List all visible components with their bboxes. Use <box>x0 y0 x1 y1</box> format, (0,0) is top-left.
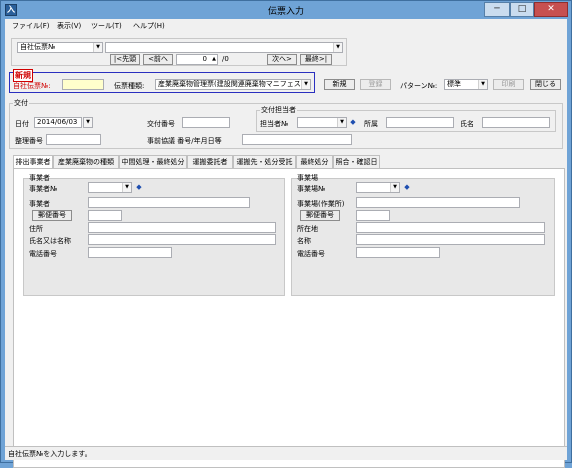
issue-group-title: 交付 <box>13 98 29 108</box>
emitter-tel-label: 電話番号 <box>29 250 57 258</box>
menu-tools[interactable]: ツール(T) <box>91 21 122 31</box>
emitter-group-title: 事業者 <box>29 174 50 182</box>
slip-type-label: 伝票種類: <box>114 82 145 90</box>
pattern-select[interactable]: 標準 ▼ <box>444 79 488 90</box>
lookup-diamond-icon[interactable]: ◆ <box>349 118 357 127</box>
next-record-button[interactable]: 次へ> <box>267 54 297 65</box>
menu-file[interactable]: ファイル(F) <box>12 21 50 31</box>
tab-waste-type[interactable]: 産業廃棄物の種類 <box>53 155 119 168</box>
site-zip-button[interactable]: 郵便番号 <box>300 210 340 221</box>
issue-no-input[interactable] <box>182 117 230 128</box>
slip-no-label: 自社伝票№: <box>13 82 51 90</box>
tab-emitter[interactable]: 排出事業者 <box>13 155 53 169</box>
date-picker[interactable]: ▼ <box>83 117 93 128</box>
chevron-down-icon: ▼ <box>478 80 487 89</box>
menu-help[interactable]: ヘルプ(H) <box>133 21 165 31</box>
site-person-input[interactable] <box>356 234 545 245</box>
maximize-button[interactable]: □ <box>510 2 534 17</box>
prev-record-button[interactable]: <前へ <box>143 54 173 65</box>
site-person-label: 名称 <box>297 237 311 245</box>
shimei-label: 氏名 <box>460 120 474 128</box>
emitter-addr-label: 住所 <box>29 225 43 233</box>
emitter-name-input[interactable] <box>88 197 250 208</box>
search-key-value: 自社伝票№ <box>20 43 56 51</box>
chevron-down-icon: ▼ <box>337 118 346 127</box>
lookup-diamond-icon[interactable]: ◆ <box>135 183 143 192</box>
title-bar: 入 伝票入力 ─ □ ✕ <box>1 1 571 19</box>
chevron-down-icon: ▼ <box>93 43 102 52</box>
site-tel-label: 電話番号 <box>297 250 325 258</box>
tab-destination[interactable]: 運搬先・処分受託 <box>233 155 296 168</box>
status-bar: 自社伝票№を入力します。 <box>5 446 567 460</box>
print-button[interactable]: 印刷 <box>493 79 524 90</box>
search-value-combo[interactable]: ▼ <box>105 42 343 53</box>
lookup-diamond-icon[interactable]: ◆ <box>403 183 411 192</box>
pattern-value: 標準 <box>447 80 461 88</box>
minimize-button[interactable]: ─ <box>484 2 510 17</box>
emitter-person-input[interactable] <box>88 234 276 245</box>
slip-no-input[interactable] <box>62 79 104 90</box>
emitter-name-label: 事業者 <box>29 200 50 208</box>
chevron-down-icon: ▼ <box>333 43 342 52</box>
tab-verification[interactable]: 照合・確認日 <box>333 155 380 168</box>
site-name-label: 事業場(作業所) <box>297 200 345 208</box>
pattern-label: パターン№: <box>400 82 438 90</box>
date-label: 日付 <box>15 120 29 128</box>
tanto-no-label: 担当者№ <box>260 120 289 128</box>
first-record-button[interactable]: |<先頭 <box>110 54 140 65</box>
site-name-input[interactable] <box>356 197 520 208</box>
tab-panel-emitter: 事業者 事業者№ ▼ ◆ 事業者 郵便番号 住所 氏名又は名称 電話番号 事業場… <box>13 168 565 468</box>
busho-input[interactable] <box>386 117 454 128</box>
status-text: 自社伝票№を入力します。 <box>8 450 92 458</box>
calendar-dropdown-icon: ▼ <box>84 118 92 127</box>
shimei-input[interactable] <box>482 117 550 128</box>
tanto-no-select[interactable]: ▼ <box>297 117 347 128</box>
site-group-title: 事業場 <box>297 174 318 182</box>
jizen-label: 事前協議 番号/年月日等 <box>147 137 222 145</box>
emitter-person-label: 氏名又は名称 <box>29 237 71 245</box>
main-window: 入 伝票入力 ─ □ ✕ ファイル(F) 表示(V) ツール(T) ヘルプ(H)… <box>0 0 572 468</box>
busho-label: 所属 <box>364 120 378 128</box>
person-group-title: 交付担当者 <box>260 105 297 115</box>
site-tel-input[interactable] <box>356 247 440 258</box>
emitter-no-label: 事業者№ <box>29 185 58 193</box>
tab-final-disposal[interactable]: 最終処分 <box>296 155 333 168</box>
spinner-icon[interactable]: ▲ <box>210 55 218 64</box>
menu-bar: ファイル(F) 表示(V) ツール(T) ヘルプ(H) <box>5 19 567 34</box>
chevron-down-icon: ▼ <box>122 183 131 192</box>
new-button[interactable]: 新規 <box>324 79 355 90</box>
slip-type-select[interactable]: 産業廃棄物管理票(建設関連廃棄物マニフェスト) ▼ <box>155 79 311 90</box>
issue-no-label: 交付番号 <box>147 120 175 128</box>
site-addr-label: 所在地 <box>297 225 318 233</box>
close-window-button[interactable]: ✕ <box>534 2 568 17</box>
tab-intermediate-disposal[interactable]: 中間処理・最終処分 <box>119 155 187 168</box>
emitter-zip-input[interactable] <box>88 210 122 221</box>
jizen-input[interactable] <box>242 134 352 145</box>
emitter-no-select[interactable]: ▼ <box>88 182 132 193</box>
site-no-select[interactable]: ▼ <box>356 182 400 193</box>
seiri-no-label: 整理番号 <box>15 137 43 145</box>
record-total: /0 <box>222 55 229 63</box>
date-input[interactable]: 2014/06/03 <box>34 117 82 128</box>
emitter-tel-input[interactable] <box>88 247 172 258</box>
emitter-addr-input[interactable] <box>88 222 276 233</box>
close-button[interactable]: 閉じる <box>530 79 561 90</box>
slip-type-value: 産業廃棄物管理票(建設関連廃棄物マニフェスト) <box>158 80 311 88</box>
site-zip-input[interactable] <box>356 210 390 221</box>
site-addr-input[interactable] <box>356 222 545 233</box>
last-record-button[interactable]: 最終>| <box>300 54 332 65</box>
chevron-down-icon: ▼ <box>390 183 399 192</box>
register-button[interactable]: 登録 <box>360 79 391 90</box>
seiri-no-input[interactable] <box>46 134 101 145</box>
chevron-down-icon: ▼ <box>301 80 310 89</box>
emitter-zip-button[interactable]: 郵便番号 <box>32 210 72 221</box>
search-key-select[interactable]: 自社伝票№ ▼ <box>17 42 103 53</box>
site-no-label: 事業場№ <box>297 185 326 193</box>
menu-view[interactable]: 表示(V) <box>57 21 81 31</box>
tab-transport-consignor[interactable]: 運搬委託者 <box>187 155 233 168</box>
client-area: 自社伝票№ ▼ ▼ |<先頭 <前へ 0 ▲ /0 次へ> 最終>| 新規 自社… <box>5 34 567 468</box>
